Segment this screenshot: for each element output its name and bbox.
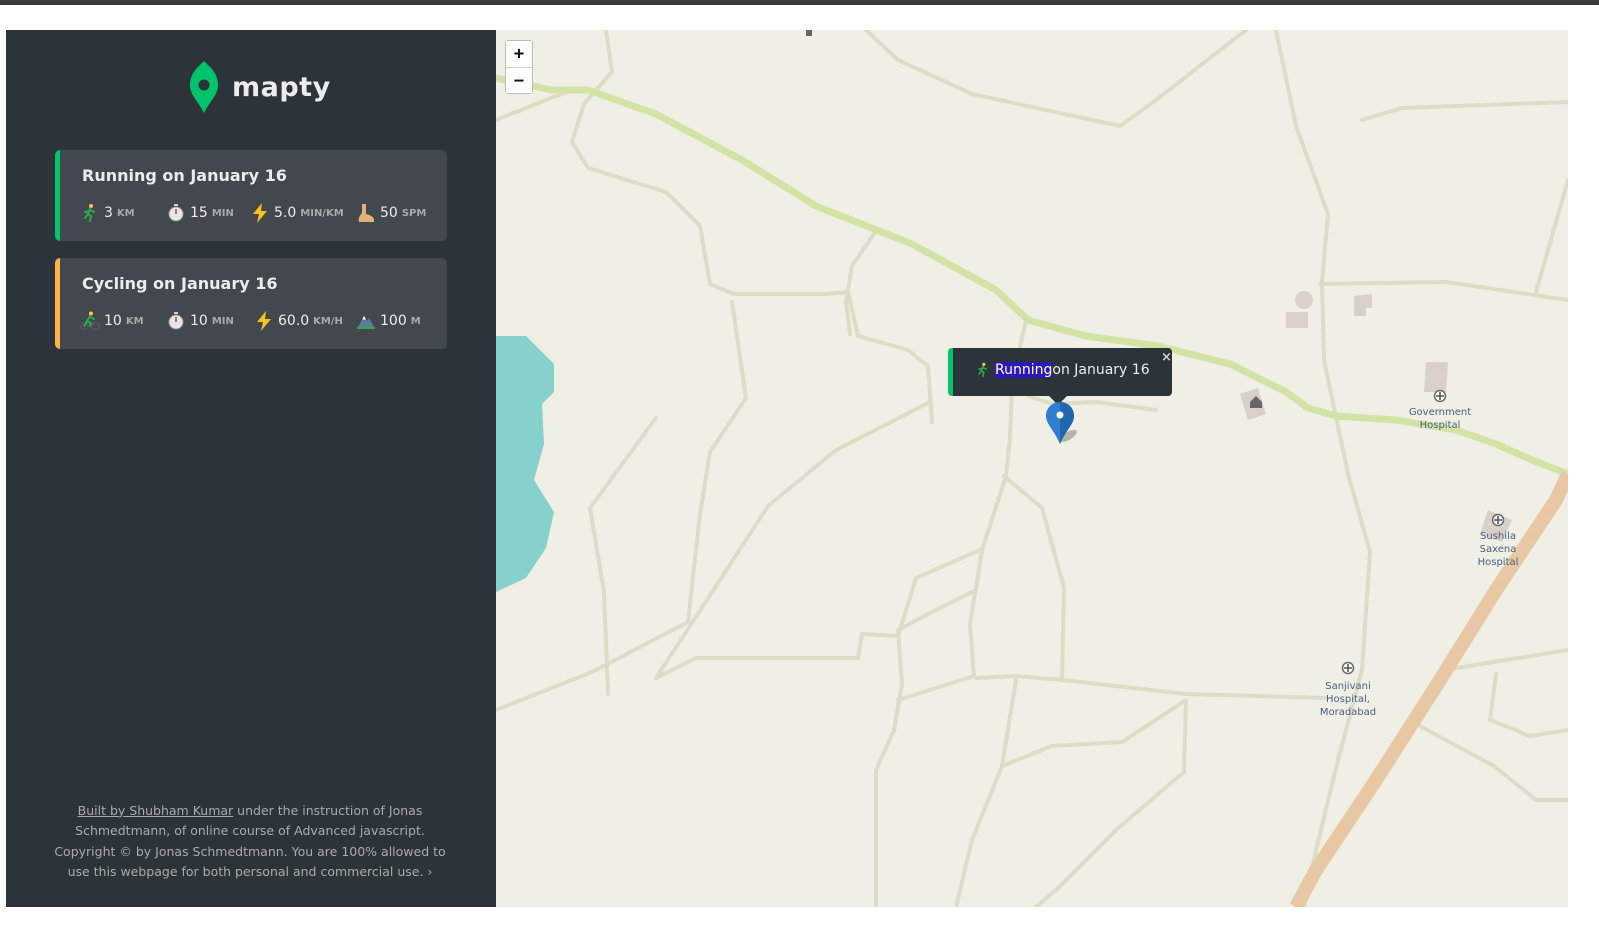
workout-pace: 5.0 min/km	[250, 202, 344, 224]
workout-duration: 10 min	[166, 310, 234, 332]
workout-elevation: 100 m	[356, 310, 421, 332]
copyright-text: Built by Shubham Kumar under the instruc…	[54, 802, 446, 880]
map-label-sanjivani-hospital: Sanjivani Hospital, Moradabad	[1319, 681, 1377, 718]
workout-card-cycling[interactable]: Cycling on January 16 10 km 10	[55, 258, 447, 349]
popup-content: Running on January 16	[975, 361, 1150, 379]
zoom-control: + −	[505, 40, 533, 94]
workout-duration: 15 min	[166, 202, 234, 224]
cyclist-icon	[80, 311, 100, 331]
popup-highlighted-text: Running	[995, 362, 1053, 378]
workout-distance: 10 km	[80, 310, 144, 332]
author-link[interactable]: Built by Shubham Kumar	[78, 803, 234, 818]
lightning-icon	[257, 311, 271, 331]
foot-icon	[358, 204, 374, 222]
workout-title: Cycling on January 16	[82, 274, 278, 293]
map-tiles	[496, 30, 1568, 907]
zoom-out-button[interactable]: −	[506, 67, 532, 93]
workout-cadence: 50 spm	[356, 202, 426, 224]
sidebar: mapty Running on January 16 3 km 15 m	[6, 30, 496, 907]
map[interactable]: Government Hospital Sushila Saxena Hospi…	[496, 30, 1568, 907]
workout-popup[interactable]: Running on January 16 ×	[948, 348, 1172, 396]
browser-top-strip	[0, 0, 1599, 5]
workout-distance: 3 km	[80, 202, 135, 224]
popup-text: on January 16	[1052, 362, 1150, 378]
logo: mapty	[188, 60, 331, 114]
map-pin-logo-icon	[190, 61, 218, 113]
runner-icon	[84, 204, 95, 222]
mountain-icon	[357, 316, 375, 329]
stopwatch-icon	[168, 312, 184, 330]
popup-close-button[interactable]: ×	[1161, 350, 1172, 365]
workout-card-running[interactable]: Running on January 16 3 km 15 min	[55, 150, 447, 241]
map-marker-icon[interactable]	[1046, 402, 1086, 446]
runner-icon	[978, 362, 987, 378]
stopwatch-icon	[168, 204, 184, 222]
workout-title: Running on January 16	[82, 166, 287, 185]
lightning-icon	[253, 203, 267, 223]
zoom-in-button[interactable]: +	[506, 41, 532, 67]
map-label-government-hospital: Government Hospital	[1408, 407, 1472, 431]
workout-speed: 60.0 km/h	[254, 310, 343, 332]
map-label-sushila-saxena-hospital: Sushila Saxena Hospital	[1477, 531, 1519, 568]
app-name: mapty	[232, 71, 331, 103]
